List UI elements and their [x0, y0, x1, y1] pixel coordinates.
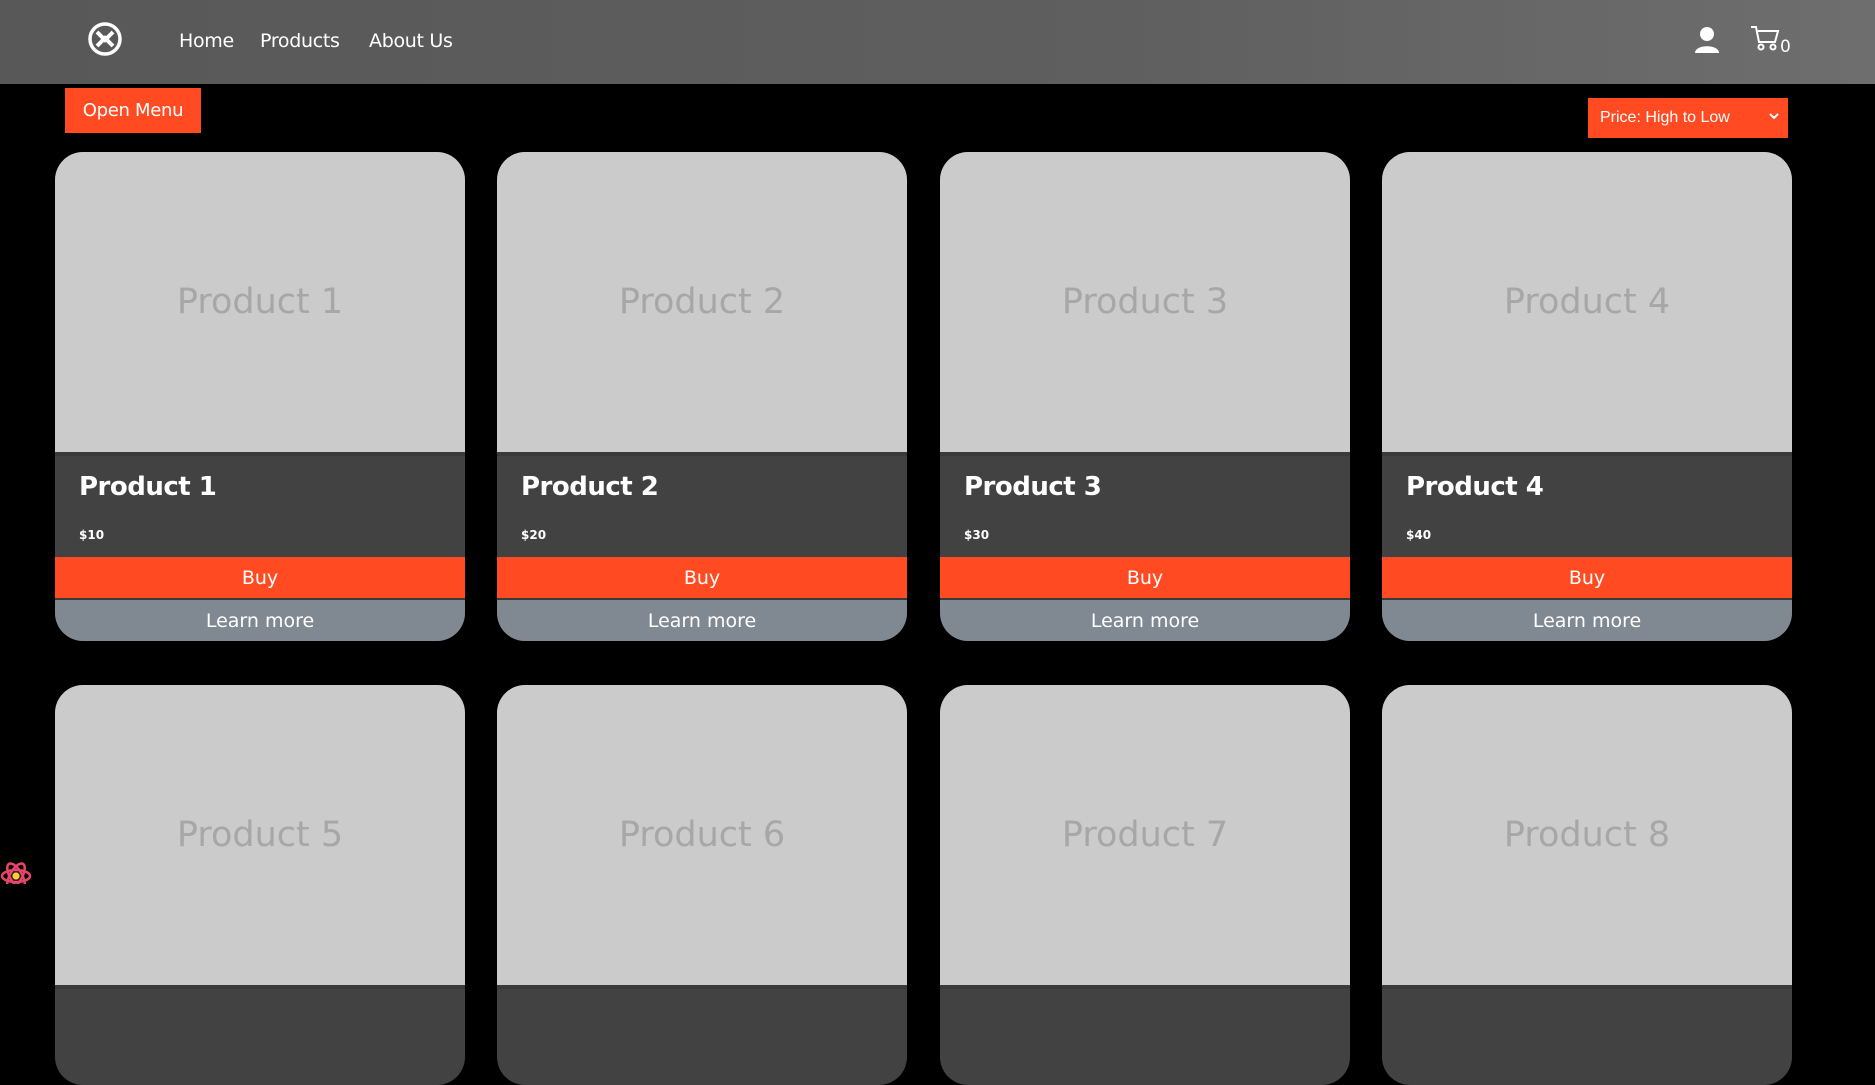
nav-products-link[interactable]: Products [260, 30, 340, 52]
sort-selected-value: Price: High to Low [1600, 109, 1730, 126]
top-navigation-bar: Home Products About Us 0 [0, 0, 1875, 84]
product-name: Product 2 [521, 472, 659, 502]
product-image[interactable]: Product 2 [497, 152, 907, 456]
logo-icon[interactable] [88, 22, 122, 56]
product-name: Product 1 [79, 472, 217, 502]
buy-button[interactable]: Buy [1382, 557, 1792, 600]
product-name: Product 4 [1406, 472, 1544, 502]
product-price: $40 [1406, 528, 1432, 542]
product-image[interactable]: Product 7 [940, 685, 1350, 989]
learn-more-button[interactable]: Learn more [497, 600, 907, 641]
product-card: Product 4 Product 4 $40 Buy Learn more [1382, 152, 1792, 641]
product-image[interactable]: Product 5 [55, 685, 465, 989]
learn-more-button[interactable]: Learn more [1382, 600, 1792, 641]
chevron-down-icon [1769, 113, 1779, 120]
product-image[interactable]: Product 1 [55, 152, 465, 456]
open-menu-button[interactable]: Open Menu [65, 88, 201, 133]
product-info: Product 3 $30 [940, 456, 1350, 557]
cart-icon[interactable] [1750, 24, 1780, 52]
product-info: Product 4 $40 [1382, 456, 1792, 557]
product-card: Product 8 [1382, 685, 1792, 1085]
cart-count-badge: 0 [1780, 37, 1791, 57]
product-info: Product 1 $10 [55, 456, 465, 557]
nav-home-link[interactable]: Home [179, 30, 234, 52]
product-card: Product 3 Product 3 $30 Buy Learn more [940, 152, 1350, 641]
product-image[interactable]: Product 8 [1382, 685, 1792, 989]
product-image[interactable]: Product 6 [497, 685, 907, 989]
nav-about-us-link[interactable]: About Us [369, 30, 453, 52]
product-card: Product 6 [497, 685, 907, 1085]
product-price: $20 [521, 528, 547, 542]
product-card: Product 2 Product 2 $20 Buy Learn more [497, 152, 907, 641]
dev-tools-icon[interactable] [0, 858, 36, 884]
learn-more-button[interactable]: Learn more [55, 600, 465, 641]
product-card: Product 5 [55, 685, 465, 1085]
buy-button[interactable]: Buy [55, 557, 465, 600]
user-icon[interactable] [1694, 26, 1720, 54]
product-info: Product 2 $20 [497, 456, 907, 557]
product-card: Product 1 Product 1 $10 Buy Learn more [55, 152, 465, 641]
product-image[interactable]: Product 3 [940, 152, 1350, 456]
buy-button[interactable]: Buy [497, 557, 907, 600]
product-price: $10 [79, 528, 105, 542]
buy-button[interactable]: Buy [940, 557, 1350, 600]
product-price: $30 [964, 528, 990, 542]
product-card: Product 7 [940, 685, 1350, 1085]
sort-select[interactable]: Price: High to Low [1588, 98, 1788, 138]
learn-more-button[interactable]: Learn more [940, 600, 1350, 641]
product-image[interactable]: Product 4 [1382, 152, 1792, 456]
product-name: Product 3 [964, 472, 1102, 502]
